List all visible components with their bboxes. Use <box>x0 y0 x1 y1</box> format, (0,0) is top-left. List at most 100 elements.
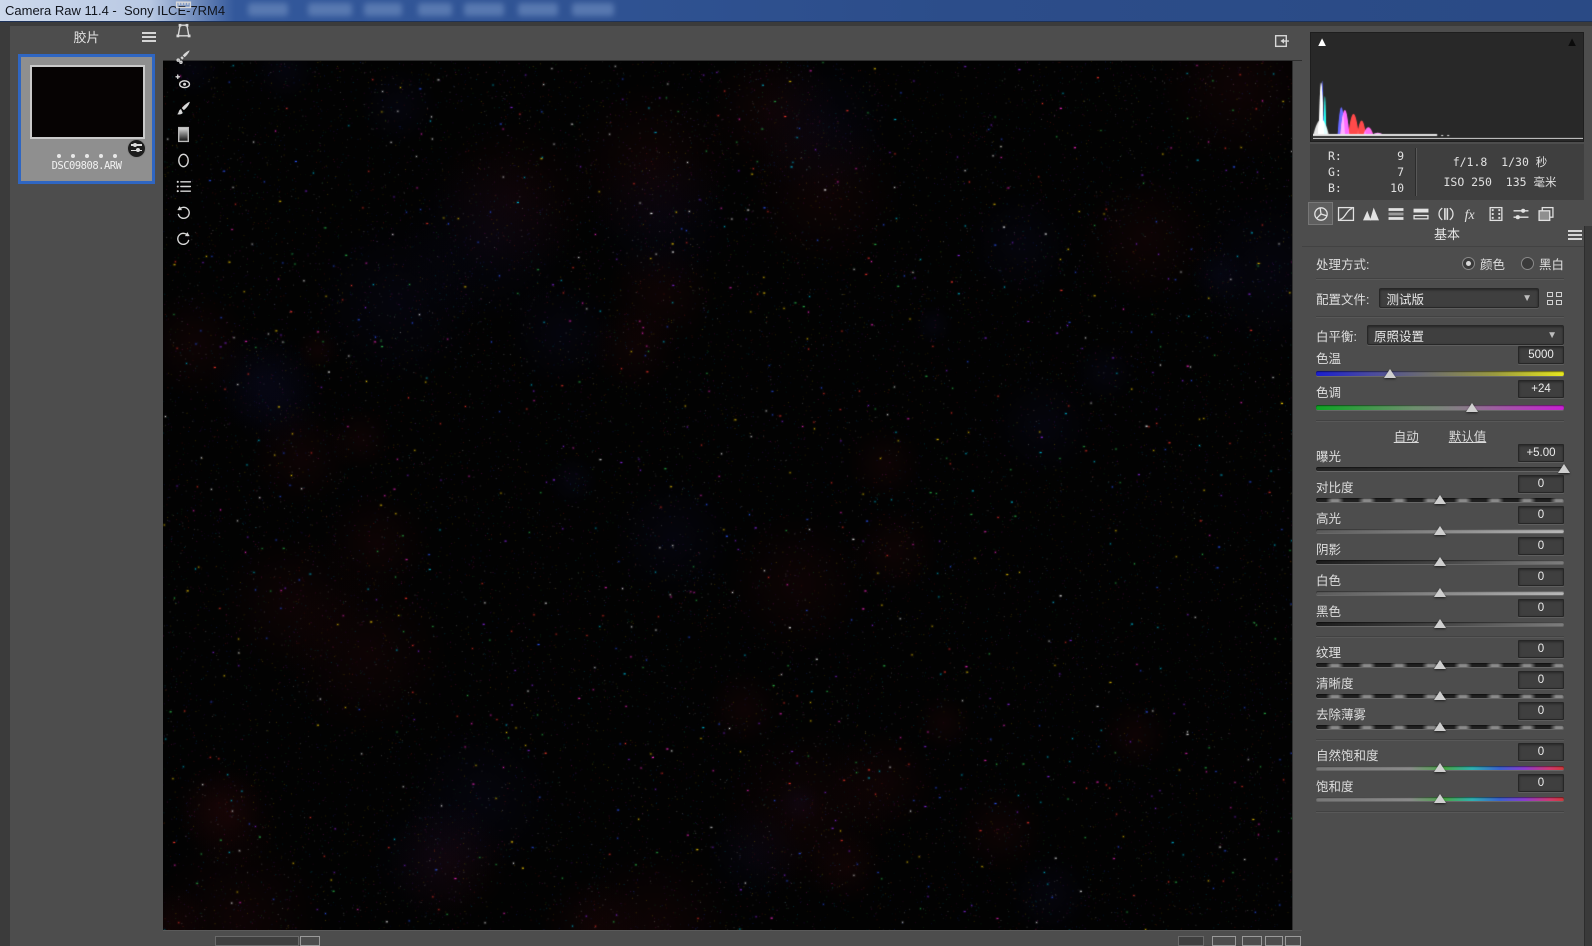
slider-thumb[interactable] <box>1434 619 1446 628</box>
bottom-nav-button-3[interactable] <box>1265 936 1283 946</box>
zoom-menu-button[interactable] <box>300 936 320 946</box>
slider-value[interactable]: 0 <box>1518 475 1564 493</box>
slider-label: 饱和度 <box>1316 780 1354 794</box>
slider-thumb[interactable] <box>1434 763 1446 772</box>
default-link[interactable]: 默认值 <box>1449 426 1487 446</box>
rotate-left-tool-icon[interactable] <box>169 199 197 225</box>
slider-track[interactable] <box>1316 467 1564 471</box>
adjustment-brush-tool-icon[interactable] <box>169 95 197 121</box>
chevron-down-icon: ▼ <box>1547 329 1557 341</box>
white-balance-select[interactable]: 原照设置 ▼ <box>1366 325 1564 345</box>
slider-thumb[interactable] <box>1434 722 1446 731</box>
slider-value[interactable]: +5.00 <box>1518 444 1564 462</box>
slider-thumb[interactable] <box>1434 794 1446 803</box>
slider-value[interactable]: 0 <box>1518 537 1564 555</box>
exif-iso-focal: ISO 250 135 毫米 <box>1443 175 1557 189</box>
slider-value[interactable]: 0 <box>1518 743 1564 761</box>
divider <box>1316 739 1564 741</box>
spot-removal-tool-icon[interactable] <box>169 43 197 69</box>
bottom-nav-button-1[interactable] <box>1212 936 1236 946</box>
slider-value[interactable]: 0 <box>1518 671 1564 689</box>
bottom-nav-button-4[interactable] <box>1285 936 1301 946</box>
slider-value[interactable]: 0 <box>1518 774 1564 792</box>
slider-label: 自然饱和度 <box>1316 749 1379 763</box>
bottom-nav-button-2[interactable] <box>1242 936 1262 946</box>
bottom-dark-button[interactable] <box>1178 936 1204 946</box>
panel-menu-icon[interactable] <box>1568 230 1582 241</box>
toolbar <box>163 0 1302 245</box>
image-preview[interactable] <box>163 61 1293 932</box>
rotate-right-tool-icon[interactable] <box>169 225 197 251</box>
slider-track[interactable] <box>1316 371 1564 376</box>
panel-scrollbar[interactable] <box>1584 226 1592 946</box>
exif-readout: f/1.8 1/30 秒 ISO 250 135 毫米 <box>1416 144 1584 200</box>
window-titlebar[interactable]: Camera Raw 11.4 - Sony ILCE-7RM4 <box>0 0 1592 22</box>
slider-value[interactable]: 0 <box>1518 640 1564 658</box>
zoom-level-select[interactable] <box>215 936 299 946</box>
basic-tab-icon[interactable] <box>1308 202 1333 225</box>
auto-link[interactable]: 自动 <box>1394 426 1419 446</box>
slider-value[interactable]: 5000 <box>1518 346 1564 364</box>
transform-tool-icon[interactable] <box>169 17 197 43</box>
slider-thumb[interactable] <box>1434 495 1446 504</box>
filmstrip-menu-icon[interactable] <box>142 32 156 43</box>
slider-label: 阴影 <box>1316 543 1342 557</box>
profile-label: 配置文件: <box>1316 292 1370 307</box>
slider-value[interactable]: 0 <box>1518 506 1564 524</box>
presets-tab-icon[interactable] <box>1508 202 1533 225</box>
snapshots-tab-icon[interactable] <box>1533 202 1558 225</box>
slider-label: 去除薄雾 <box>1316 708 1367 722</box>
treatment-radio-color[interactable]: 颜色 <box>1461 254 1505 273</box>
divider <box>1316 420 1564 422</box>
b-label: B: <box>1328 181 1342 195</box>
image-info: R: 9 G: 7 B: 10 f/1.8 1/30 秒 ISO 250 135 毫米 <box>1310 144 1584 200</box>
exif-exposure: f/1.8 1/30 秒 <box>1452 155 1548 169</box>
slider-thumb[interactable] <box>1434 588 1446 597</box>
lens-corrections-tab-icon[interactable] <box>1433 202 1458 225</box>
profile-browser-icon[interactable] <box>1547 291 1564 305</box>
straighten-tool-icon[interactable] <box>169 0 197 17</box>
effects-tab-icon[interactable]: fx <box>1458 202 1483 225</box>
slider-thumb[interactable] <box>1434 660 1446 669</box>
highlight-clipping-icon[interactable]: ▲ <box>1563 34 1581 49</box>
r-label: R: <box>1328 149 1342 163</box>
slider-row: 去除薄雾 0 <box>1316 702 1564 735</box>
graduated-filter-tool-icon[interactable] <box>169 121 197 147</box>
slider-value[interactable]: +24 <box>1518 380 1564 398</box>
slider-label: 色调 <box>1316 386 1342 400</box>
slider-thumb[interactable] <box>1434 691 1446 700</box>
slider-thumb[interactable] <box>1558 464 1570 473</box>
radio-icon <box>1520 256 1534 270</box>
slider-thumb[interactable] <box>1434 557 1446 566</box>
slider-thumb[interactable] <box>1434 526 1446 535</box>
filmstrip-title: 胶片 <box>73 30 100 45</box>
slider-value[interactable]: 0 <box>1518 599 1564 617</box>
slider-track[interactable] <box>1316 405 1564 410</box>
b-value: 10 <box>1390 181 1404 195</box>
detail-tab-icon[interactable] <box>1358 202 1383 225</box>
shadow-clipping-icon[interactable]: ▲ <box>1313 34 1331 49</box>
camera-calibration-tab-icon[interactable] <box>1483 202 1508 225</box>
slider-label: 清晰度 <box>1316 677 1354 691</box>
rgb-readout: R: 9 G: 7 B: 10 <box>1310 148 1414 196</box>
filmstrip-thumbnail[interactable]: DSC09808.ARW <box>18 54 155 184</box>
preferences-list-tool-icon[interactable] <box>169 173 197 199</box>
toggle-fullscreen-icon[interactable] <box>1273 32 1290 54</box>
thumbnail-image[interactable] <box>30 65 145 139</box>
red-eye-tool-icon[interactable] <box>169 69 197 95</box>
slider-row: 色调 +24 <box>1316 380 1564 416</box>
histogram[interactable]: ▲ ▲ <box>1310 32 1584 142</box>
slider-row: 阴影 0 <box>1316 537 1564 570</box>
radial-filter-tool-icon[interactable] <box>169 147 197 173</box>
hsl-tab-icon[interactable] <box>1383 202 1408 225</box>
slider-row: 曝光 +5.00 <box>1316 444 1570 477</box>
split-toning-tab-icon[interactable] <box>1408 202 1433 225</box>
slider-label: 黑色 <box>1316 605 1342 619</box>
slider-thumb[interactable] <box>1466 403 1479 412</box>
treatment-radio-bw[interactable]: 黑白 <box>1520 254 1564 273</box>
profile-select[interactable]: 测试版 ▼ <box>1379 288 1539 308</box>
slider-thumb[interactable] <box>1384 369 1397 378</box>
slider-value[interactable]: 0 <box>1518 702 1564 720</box>
tone-curve-tab-icon[interactable] <box>1333 202 1358 225</box>
slider-value[interactable]: 0 <box>1518 568 1564 586</box>
